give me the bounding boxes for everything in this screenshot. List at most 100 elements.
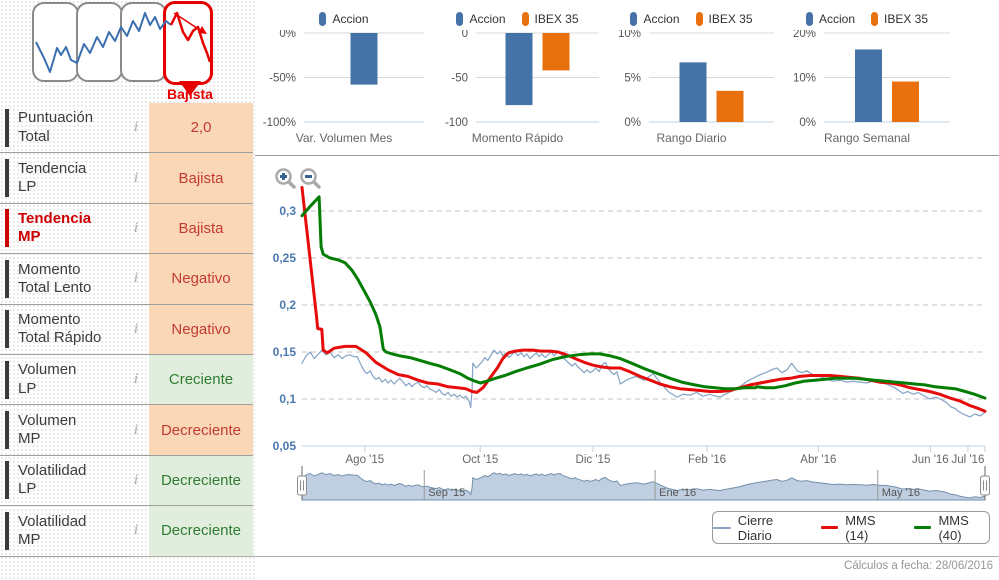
- trend-thumbnail-1[interactable]: [32, 2, 79, 82]
- legend-item-ibex-35[interactable]: IBEX 35: [695, 12, 753, 26]
- mini-chart-legend: Accion IBEX 35: [603, 0, 780, 30]
- mini-chart-legend: Accion IBEX 35: [430, 0, 605, 30]
- svg-text:Oct '15: Oct '15: [462, 454, 498, 466]
- info-icon[interactable]: i: [123, 119, 149, 136]
- info-icon[interactable]: i: [123, 371, 149, 388]
- info-icon[interactable]: i: [123, 422, 149, 439]
- trend-thumbnail-3[interactable]: [120, 2, 167, 82]
- indicator-value: Bajista: [149, 153, 253, 203]
- row-accent-bar: [5, 360, 9, 399]
- svg-text:10%: 10%: [793, 73, 816, 85]
- series-mms-40-: [300, 195, 987, 400]
- price-chart-legend: Cierre Diario MMS (14) MMS (40): [712, 511, 990, 544]
- indicator-value: Negativo: [149, 304, 253, 354]
- x-axis: Ago '15 Oct '15 Dic '15 Feb '16 Abr '16 Jun '…: [346, 446, 986, 466]
- footer-divider: [130, 556, 999, 557]
- mini-chart-title: Momento Rápido: [471, 131, 564, 145]
- legend-item-ibex-35[interactable]: IBEX 35: [871, 12, 928, 26]
- legend-item-accion[interactable]: Accion: [319, 12, 369, 26]
- legend-item-mms-14-[interactable]: MMS (14): [820, 513, 896, 543]
- info-icon[interactable]: i: [123, 170, 149, 187]
- indicator-label: Volatilidad MP: [18, 512, 87, 548]
- legend-label: MMS (40): [938, 512, 969, 543]
- nav-handle-left[interactable]: [297, 466, 307, 500]
- svg-text:Feb '16: Feb '16: [688, 454, 726, 466]
- svg-text:0,15: 0,15: [273, 345, 297, 359]
- bar-accion: [505, 33, 533, 106]
- mini-chart-rango-diario: Accion IBEX 35 10% 5% 0% Rango Diario: [603, 0, 780, 150]
- legend-pill: [456, 12, 464, 26]
- info-icon[interactable]: i: [123, 220, 149, 237]
- legend-label: Cierre Diario: [737, 512, 774, 543]
- calculation-date: Cálculos a fecha: 28/06/2016: [844, 560, 993, 572]
- mini-chart-title: Rango Semanal: [823, 131, 911, 145]
- legend-label: IBEX 35: [534, 12, 579, 26]
- series-mms-14-: [300, 186, 987, 413]
- nav-handle-right[interactable]: [980, 466, 990, 500]
- svg-text:0%: 0%: [799, 117, 816, 129]
- indicator-label: Volumen LP: [18, 361, 77, 397]
- svg-text:-50: -50: [451, 73, 468, 85]
- indicator-value: Decreciente: [149, 405, 253, 455]
- row-accent-bar: [5, 259, 9, 298]
- legend-item-ibex-35[interactable]: IBEX 35: [521, 12, 579, 26]
- svg-text:0,05: 0,05: [273, 439, 297, 453]
- svg-text:5%: 5%: [624, 73, 641, 85]
- svg-text:0,3: 0,3: [279, 204, 296, 218]
- legend-item-accion[interactable]: Accion: [630, 12, 680, 26]
- bar-ibex-35: [892, 81, 919, 122]
- indicator-label: Volatilidad LP: [18, 462, 87, 498]
- indicator-row-volatilidad-mp: Volatilidad MP i Decreciente: [0, 506, 253, 557]
- svg-text:Jul '16: Jul '16: [951, 454, 984, 466]
- indicator-value: Bajista: [149, 203, 253, 254]
- row-accent-bar: [5, 209, 9, 248]
- svg-text:20%: 20%: [793, 30, 816, 40]
- row-accent-bar: [5, 461, 9, 500]
- indicator-row-tendencia-mp: Tendencia MP i Bajista: [0, 203, 253, 255]
- legend-pill: [695, 12, 703, 26]
- info-icon[interactable]: i: [123, 321, 149, 338]
- legend-item-accion[interactable]: Accion: [456, 12, 506, 26]
- svg-text:10%: 10%: [618, 30, 641, 40]
- indicator-value: Creciente: [149, 354, 253, 405]
- legend-label: IBEX 35: [708, 12, 753, 26]
- mini-chart-rango-semanal: Accion IBEX 35 20% 10% 0% Rango Semanal: [778, 0, 956, 150]
- selected-trend-label: Bajista: [167, 86, 213, 102]
- bar-accion: [350, 33, 378, 85]
- svg-text:0%: 0%: [279, 30, 296, 40]
- info-icon[interactable]: i: [123, 472, 149, 489]
- legend-item-mms-40-[interactable]: MMS (40): [913, 512, 989, 543]
- indicator-label: Volumen MP: [18, 411, 77, 448]
- stock-analysis-dashboard: Bajista Puntuación Total i 2,0 Tendencia LP i B…: [0, 0, 999, 580]
- svg-text:0,2: 0,2: [279, 298, 296, 312]
- legend-line-swatch: [913, 526, 932, 529]
- legend-pill: [319, 12, 327, 26]
- svg-text:Jun '16: Jun '16: [912, 454, 949, 466]
- mini-chart-plot: 0 -50 -100: [445, 30, 599, 129]
- indicator-row-puntuacion-total: Puntuación Total i 2,0: [0, 103, 253, 154]
- svg-text:Abr '16: Abr '16: [800, 454, 836, 466]
- legend-pill: [521, 12, 529, 26]
- legend-item-accion[interactable]: Accion: [805, 12, 855, 26]
- row-accent-bar: [5, 411, 9, 450]
- trend-thumbnail-selected[interactable]: [163, 1, 213, 85]
- legend-label: Accion: [469, 12, 506, 26]
- mini-chart-plot: 0% -50% -100%: [263, 30, 424, 129]
- svg-text:0,1: 0,1: [279, 392, 296, 406]
- trend-thumbnail-2[interactable]: [76, 2, 123, 82]
- legend-label: Accion: [643, 12, 680, 26]
- indicator-label: Tendencia LP: [18, 159, 87, 196]
- indicator-value: Decreciente: [149, 455, 253, 506]
- bar-ibex-35: [542, 33, 570, 71]
- legend-line-swatch: [713, 526, 731, 529]
- indicator-row-tendencia-lp: Tendencia LP i Bajista: [0, 153, 253, 204]
- navigator[interactable]: Sep '15 Ene '16 May '16: [297, 466, 990, 501]
- indicator-value: Negativo: [149, 254, 253, 304]
- legend-label: Accion: [332, 12, 369, 26]
- info-icon[interactable]: i: [123, 522, 149, 539]
- indicator-row-volumen-mp: Volumen MP i Decreciente: [0, 405, 253, 456]
- indicator-value: 2,0: [149, 103, 253, 153]
- info-icon[interactable]: i: [123, 270, 149, 287]
- row-accent-bar: [5, 159, 9, 198]
- legend-item-cierre-diario[interactable]: Cierre Diario: [713, 513, 803, 543]
